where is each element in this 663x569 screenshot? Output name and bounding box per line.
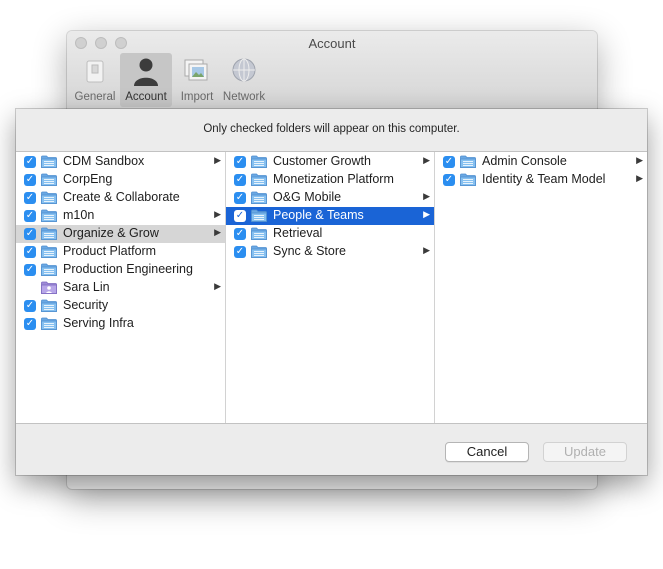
photos-icon (184, 59, 208, 81)
folder-icon (41, 155, 57, 168)
folder-row[interactable]: ✓ Serving Infra (16, 315, 225, 333)
disclosure-arrow-icon[interactable]: ▶ (423, 209, 430, 220)
folder-checkbox[interactable]: ✓ (234, 246, 246, 258)
folder-column-1: ✓ CDM Sandbox ▶ ✓ CorpEng ✓ Create & Collabora… (16, 152, 226, 423)
folder-checkbox[interactable]: ✓ (24, 228, 36, 240)
disclosure-arrow-icon[interactable]: ▶ (423, 245, 430, 256)
person-icon (134, 58, 158, 86)
folder-icon (41, 227, 57, 240)
tab-network-label: Network (222, 91, 266, 103)
folder-checkbox[interactable]: ✓ (234, 210, 246, 222)
folder-row[interactable]: ✓ Sync & Store ▶ (226, 243, 434, 261)
disclosure-arrow-icon[interactable]: ▶ (423, 155, 430, 166)
folder-label: Organize & Grow (63, 226, 159, 240)
folder-label: Retrieval (273, 226, 323, 240)
folder-icon (251, 227, 267, 240)
folder-label: Identity & Team Model (482, 172, 606, 186)
folder-label: Admin Console (482, 154, 567, 168)
folder-row[interactable]: ✓ m10n ▶ (16, 207, 225, 225)
folder-checkbox[interactable]: ✓ (24, 264, 36, 276)
folder-column-3: ✓ Admin Console ▶ ✓ Identity & Team Model ▶ (435, 152, 647, 423)
folder-row[interactable]: ✓ Retrieval (226, 225, 434, 243)
folder-label: m10n (63, 208, 95, 222)
folder-label: Create & Collaborate (63, 190, 180, 204)
folder-row[interactable]: ✓ Create & Collaborate (16, 189, 225, 207)
folder-checkbox[interactable]: ✓ (443, 174, 455, 186)
folder-row[interactable]: ✓ Security (16, 297, 225, 315)
folder-row[interactable]: ✓ Identity & Team Model ▶ (435, 171, 647, 189)
folder-icon (251, 173, 267, 186)
folder-checkbox[interactable]: ✓ (24, 174, 36, 186)
window-titlebar: Account General Account Import Network (67, 31, 597, 110)
folder-checkbox[interactable]: ✓ (24, 192, 36, 204)
folder-checkbox[interactable]: ✓ (234, 156, 246, 168)
folder-row[interactable]: Sara Lin ▶ (16, 279, 225, 297)
globe-icon (232, 58, 256, 82)
window-title: Account (308, 36, 356, 51)
folder-row[interactable]: ✓ Product Platform (16, 243, 225, 261)
folder-icon (41, 299, 57, 312)
folder-icon (251, 191, 267, 204)
disclosure-arrow-icon[interactable]: ▶ (214, 281, 221, 292)
folder-label: Serving Infra (63, 316, 134, 330)
folder-icon (41, 317, 57, 330)
folder-icon (41, 263, 57, 276)
folder-icon (251, 209, 267, 222)
folder-checkbox[interactable]: ✓ (234, 174, 246, 186)
folder-row[interactable]: ✓ CDM Sandbox ▶ (16, 153, 225, 171)
folder-row[interactable]: ✓ Production Engineering (16, 261, 225, 279)
folder-icon (251, 245, 267, 258)
disclosure-arrow-icon[interactable]: ▶ (214, 227, 221, 238)
folder-label: Production Engineering (63, 262, 193, 276)
folder-row[interactable]: ✓ Customer Growth ▶ (226, 153, 434, 171)
folder-label: Product Platform (63, 244, 157, 258)
folder-label: Sara Lin (63, 280, 110, 294)
folder-row[interactable]: ✓ Admin Console ▶ (435, 153, 647, 171)
folder-label: O&G Mobile (273, 190, 342, 204)
folder-icon (460, 155, 476, 168)
folder-row[interactable]: ✓ CorpEng (16, 171, 225, 189)
user-folder-icon (41, 281, 57, 294)
folder-icon (41, 191, 57, 204)
folder-icon (41, 209, 57, 222)
folder-icon (41, 173, 57, 186)
tab-network[interactable]: Network (218, 53, 270, 107)
selective-sync-sheet: Only checked folders will appear on this… (16, 109, 647, 475)
folder-label: Security (63, 298, 109, 312)
folder-icon (251, 155, 267, 168)
folder-label: Sync & Store (273, 244, 346, 258)
folder-column-2: ✓ Customer Growth ▶ ✓ Monetization Platform ✓… (226, 152, 435, 423)
disclosure-arrow-icon[interactable]: ▶ (214, 155, 221, 166)
folder-checkbox[interactable]: ✓ (24, 246, 36, 258)
disclosure-arrow-icon[interactable]: ▶ (636, 173, 643, 184)
disclosure-arrow-icon[interactable]: ▶ (423, 191, 430, 202)
folder-checkbox[interactable]: ✓ (234, 228, 246, 240)
folder-icon (460, 173, 476, 186)
folder-row[interactable]: ✓ O&G Mobile ▶ (226, 189, 434, 207)
folder-row[interactable]: ✓ Organize & Grow ▶ (16, 225, 225, 243)
folder-label: Customer Growth (273, 154, 371, 168)
disclosure-arrow-icon[interactable]: ▶ (636, 155, 643, 166)
folder-icon (41, 245, 57, 258)
folder-row[interactable]: ✓ Monetization Platform (226, 171, 434, 189)
folder-checkbox[interactable]: ✓ (24, 210, 36, 222)
sheet-message: Only checked folders will appear on this… (203, 123, 460, 135)
folder-browser: ✓ CDM Sandbox ▶ ✓ CorpEng ✓ Create & Collabora… (16, 151, 647, 424)
folder-checkbox[interactable]: ✓ (234, 192, 246, 204)
folder-label: People & Teams (273, 208, 364, 222)
folder-checkbox[interactable]: ✓ (24, 300, 36, 312)
folder-label: CorpEng (63, 172, 113, 186)
cancel-button[interactable]: Cancel (445, 442, 529, 462)
update-button[interactable]: Update (543, 442, 627, 462)
switch-icon (86, 60, 104, 83)
folder-label: Monetization Platform (273, 172, 394, 186)
disclosure-arrow-icon[interactable]: ▶ (214, 209, 221, 220)
folder-checkbox[interactable]: ✓ (24, 156, 36, 168)
folder-checkbox[interactable]: ✓ (24, 318, 36, 330)
folder-checkbox[interactable]: ✓ (443, 156, 455, 168)
folder-row[interactable]: ✓ People & Teams ▶ (226, 207, 434, 225)
folder-label: CDM Sandbox (63, 154, 145, 168)
